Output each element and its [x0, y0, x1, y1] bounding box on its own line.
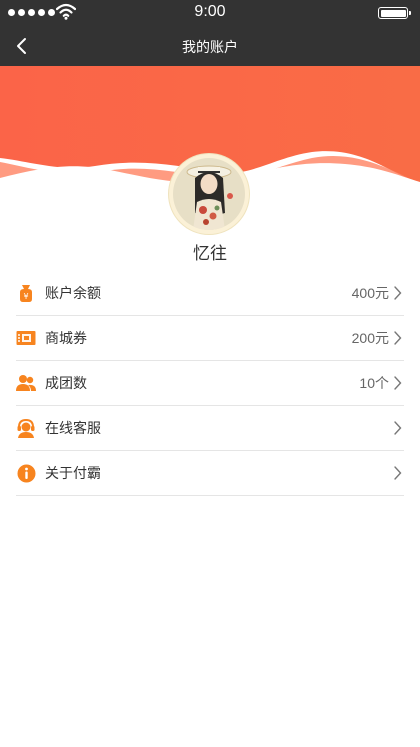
back-button[interactable]	[8, 32, 36, 60]
menu-item-group[interactable]: 成团数 10个	[16, 361, 404, 406]
nav-bar: 我的账户	[0, 26, 420, 66]
user-avatar-photo	[173, 158, 245, 230]
chevron-left-icon	[17, 38, 26, 54]
menu-item-value: 400元	[351, 285, 389, 301]
menu-item-value: 10个	[359, 375, 389, 391]
account-menu-list: ¥ 账户余额 400元 商城券 200元 成团数 10个 在线客服 关于付霸	[16, 271, 404, 496]
menu-item-value: 200元	[351, 330, 389, 346]
menu-item-label: 账户余额	[45, 285, 101, 301]
chevron-right-icon	[394, 331, 402, 345]
chevron-right-icon	[394, 466, 402, 480]
svg-text:¥: ¥	[23, 292, 28, 301]
username: 忆往	[193, 244, 227, 263]
menu-item-label: 成团数	[45, 375, 87, 391]
menu-item-balance[interactable]: ¥ 账户余额 400元	[16, 271, 404, 316]
page-title: 我的账户	[182, 39, 238, 55]
status-time: 9:00	[194, 3, 226, 20]
status-bar: 9:00	[0, 0, 420, 26]
menu-item-service[interactable]: 在线客服	[16, 406, 404, 451]
customer-service-icon	[16, 418, 36, 438]
info-icon	[16, 463, 36, 483]
group-users-icon	[16, 373, 36, 393]
menu-item-label: 关于付霸	[45, 465, 101, 481]
money-bag-icon: ¥	[16, 283, 36, 303]
ticket-icon	[16, 328, 36, 348]
menu-item-label: 商城券	[45, 330, 87, 346]
menu-item-coupon[interactable]: 商城券 200元	[16, 316, 404, 361]
avatar[interactable]	[169, 154, 249, 234]
chevron-right-icon	[394, 286, 402, 300]
chevron-right-icon	[394, 421, 402, 435]
battery-icon	[378, 7, 411, 19]
chevron-right-icon	[394, 376, 402, 390]
menu-item-label: 在线客服	[45, 420, 101, 436]
menu-item-about[interactable]: 关于付霸	[16, 451, 404, 496]
